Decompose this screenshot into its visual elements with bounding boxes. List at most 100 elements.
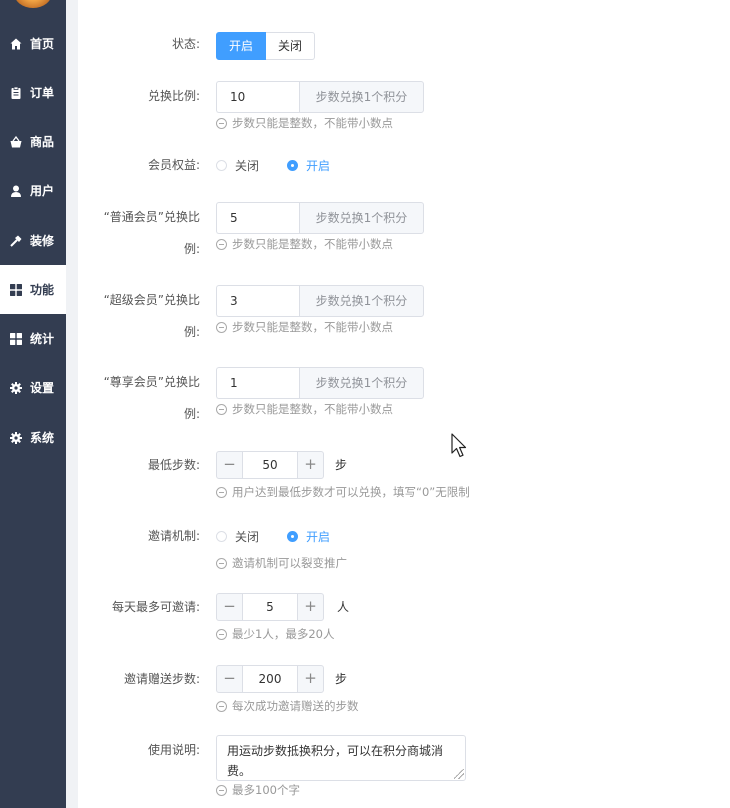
normal-ratio-suffix: 步数兑换1个积分 (299, 202, 424, 234)
vip-ratio-hint: 步数只能是整数，不能带小数点 (216, 402, 393, 416)
info-icon (216, 403, 227, 415)
ratio-suffix: 步数兑换1个积分 (299, 81, 424, 113)
invite-steps-hint: 每次成功邀请赠送的步数 (216, 699, 359, 713)
sidebar-item-statistics[interactable]: 统计 (0, 314, 66, 363)
sidebar-item-label: 商品 (30, 135, 55, 149)
normal-ratio-input-group: 5 步数兑换1个积分 (216, 202, 424, 234)
invite-steps-stepper: − 200 + (216, 665, 324, 693)
ratio-input[interactable]: 10 (216, 81, 299, 113)
invite-radio-on[interactable]: 开启 (287, 528, 330, 545)
sidebar-item-label: 系统 (30, 431, 55, 445)
sidebar-item-decoration[interactable]: 装修 (0, 216, 66, 265)
member-rights-radio-on[interactable]: 开启 (287, 157, 330, 174)
usage-textarea[interactable]: 用运动步数抵换积分，可以在积分商城消费。 (216, 735, 466, 781)
member-rights-radio-group: 关闭 开启 (216, 157, 358, 173)
min-steps-input[interactable]: 50 (243, 451, 297, 479)
radio-checked-icon (287, 159, 299, 171)
vip-ratio-input[interactable]: 1 (216, 367, 299, 399)
daily-invite-stepper: − 5 + (216, 593, 324, 621)
daily-invite-hint: 最少1人，最多20人 (216, 627, 334, 641)
invite-steps-unit: 步 (335, 672, 348, 686)
resize-handle-icon[interactable] (454, 769, 464, 779)
radio-checked-icon (287, 530, 299, 542)
info-icon (216, 557, 227, 569)
status-on-button[interactable]: 开启 (216, 32, 267, 60)
super-ratio-input[interactable]: 3 (216, 285, 299, 317)
status-label: 状态: (171, 37, 200, 51)
daily-invite-label: 每天最多可邀请: (111, 600, 200, 614)
vip-ratio-label: “尊享会员”兑换比 例: (103, 375, 200, 421)
min-steps-label: 最低步数: (147, 458, 200, 472)
sidebar-item-system[interactable]: 系统 (0, 413, 66, 462)
sidebar-item-orders[interactable]: 订单 (0, 68, 66, 117)
hammer-icon (10, 235, 22, 247)
info-icon (216, 700, 227, 712)
super-ratio-suffix: 步数兑换1个积分 (299, 285, 424, 317)
min-steps-stepper: − 50 + (216, 451, 324, 479)
sidebar-item-label: 用户 (30, 184, 55, 198)
sidebar: 首页 订单 商品 用户 装修 功能 统计 设置 系统 (0, 0, 66, 808)
normal-ratio-label: “普通会员”兑换比 例: (103, 210, 200, 256)
daily-invite-input[interactable]: 5 (243, 593, 297, 621)
content-border (66, 0, 78, 808)
vip-ratio-input-group: 1 步数兑换1个积分 (216, 367, 424, 399)
member-rights-radio-off[interactable]: 关闭 (216, 157, 259, 174)
usage-label: 使用说明: (147, 743, 200, 757)
info-icon (216, 486, 227, 498)
info-icon (216, 238, 227, 250)
super-ratio-input-group: 3 步数兑换1个积分 (216, 285, 424, 317)
sidebar-item-products[interactable]: 商品 (0, 117, 66, 166)
invite-radio-off[interactable]: 关闭 (216, 528, 259, 545)
sidebar-item-settings[interactable]: 设置 (0, 363, 66, 412)
info-icon (216, 628, 227, 640)
info-icon (216, 321, 227, 333)
invite-hint: 邀请机制可以裂变推广 (216, 556, 347, 570)
sidebar-item-features[interactable]: 功能 (0, 265, 66, 314)
normal-ratio-hint: 步数只能是整数，不能带小数点 (216, 237, 393, 251)
user-icon (10, 185, 22, 197)
min-steps-hint: 用户达到最低步数才可以兑换，填写“0”无限制 (216, 485, 470, 499)
invite-label: 邀请机制: (147, 529, 200, 543)
grid-icon (10, 332, 22, 345)
avatar[interactable] (14, 0, 52, 8)
info-icon (216, 784, 227, 796)
invite-steps-label: 邀请赠送步数: (123, 672, 200, 686)
gear-icon (10, 431, 22, 444)
sidebar-item-label: 装修 (30, 234, 55, 248)
member-rights-label: 会员权益: (147, 158, 200, 172)
invite-steps-input[interactable]: 200 (243, 665, 297, 693)
status-toggle: 开启 关闭 (216, 32, 316, 60)
ratio-input-group: 10 步数兑换1个积分 (216, 81, 424, 113)
home-icon (10, 38, 22, 50)
status-off-button[interactable]: 关闭 (266, 32, 316, 60)
sidebar-item-label: 统计 (30, 332, 55, 346)
super-ratio-label: “超级会员”兑换比 例: (103, 293, 200, 339)
sidebar-item-label: 订单 (30, 86, 55, 100)
daily-invite-increment-button[interactable]: + (297, 593, 324, 621)
grid-icon (10, 283, 22, 296)
super-ratio-hint: 步数只能是整数，不能带小数点 (216, 320, 393, 334)
usage-hint: 最多100个字 (216, 783, 300, 797)
min-steps-increment-button[interactable]: + (297, 451, 324, 479)
sidebar-item-users[interactable]: 用户 (0, 166, 66, 215)
sidebar-item-label: 首页 (30, 37, 55, 51)
sidebar-item-home[interactable]: 首页 (0, 19, 66, 68)
min-steps-decrement-button[interactable]: − (216, 451, 243, 479)
clipboard-icon (10, 86, 22, 99)
sidebar-item-label: 功能 (30, 283, 55, 297)
gear-icon (10, 381, 22, 394)
mouse-cursor-icon (451, 433, 467, 458)
daily-invite-unit: 人 (337, 600, 350, 614)
ratio-hint: 步数只能是整数，不能带小数点 (216, 116, 393, 130)
ratio-label: 兑换比例: (147, 89, 200, 103)
daily-invite-decrement-button[interactable]: − (216, 593, 243, 621)
normal-ratio-input[interactable]: 5 (216, 202, 299, 234)
sidebar-item-label: 设置 (30, 381, 55, 395)
radio-icon (216, 159, 227, 171)
settings-form: 状态: 开启 关闭 兑换比例: 10 步数兑换1个积分 步数只能是整数，不能带小… (78, 0, 730, 808)
info-icon (216, 117, 227, 129)
invite-steps-decrement-button[interactable]: − (216, 665, 243, 693)
invite-radio-group: 关闭 开启 (216, 528, 358, 544)
invite-steps-increment-button[interactable]: + (297, 665, 324, 693)
min-steps-unit: 步 (335, 458, 348, 472)
